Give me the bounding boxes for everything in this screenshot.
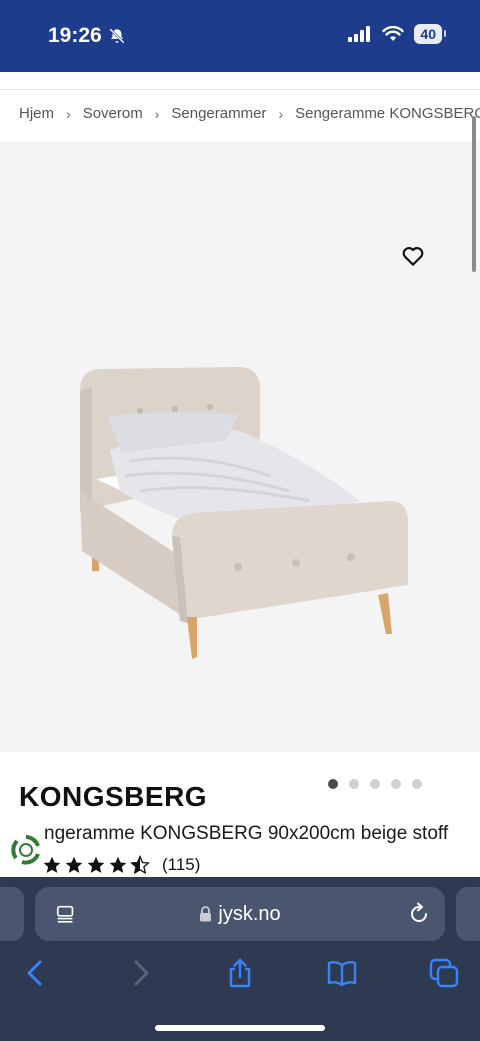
tabs-icon[interactable] xyxy=(428,957,460,989)
battery-indicator: 40 xyxy=(414,24,446,44)
address-bar[interactable]: jysk.no xyxy=(35,887,445,941)
gallery-dot[interactable] xyxy=(391,779,401,789)
next-tab-preview[interactable] xyxy=(456,887,480,941)
star-full-icon xyxy=(109,856,127,873)
home-indicator[interactable] xyxy=(155,1025,325,1031)
breadcrumb-current: Sengeramme KONGSBERG xyxy=(295,105,480,122)
chevron-right-icon: › xyxy=(66,105,71,122)
star-full-icon xyxy=(87,856,105,873)
review-count[interactable]: (115) xyxy=(162,855,200,875)
status-time: 19:26 xyxy=(48,24,126,48)
lock-icon xyxy=(200,906,212,922)
gallery-dot[interactable] xyxy=(328,779,338,789)
gallery-dot[interactable] xyxy=(349,779,359,789)
star-full-icon xyxy=(65,856,83,873)
gallery-pagination xyxy=(328,779,422,789)
header-strip xyxy=(0,72,480,90)
status-bar: 19:26 40 xyxy=(0,0,480,72)
cellular-signal-icon xyxy=(348,26,371,42)
product-subtitle: ngeramme KONGSBERG 90x200cm beige stoff xyxy=(44,823,449,844)
wifi-icon xyxy=(382,26,405,41)
reader-mode-icon[interactable] xyxy=(55,903,77,925)
recycle-badge-icon[interactable] xyxy=(8,832,44,868)
heart-outline-icon[interactable] xyxy=(400,243,426,269)
product-title: KONGSBERG xyxy=(19,781,208,812)
chevron-right-icon[interactable] xyxy=(124,957,156,989)
page-scrollbar[interactable] xyxy=(472,116,476,272)
web-page: Hjem › Soverom › Sengerammer › Sengeramm… xyxy=(0,72,480,877)
url-text: jysk.no xyxy=(218,902,281,925)
chevron-left-icon[interactable] xyxy=(20,957,52,989)
share-icon[interactable] xyxy=(224,957,256,989)
breadcrumb-soverom[interactable]: Soverom xyxy=(83,105,143,122)
product-image-gallery[interactable] xyxy=(0,141,480,789)
book-icon[interactable] xyxy=(326,957,358,989)
breadcrumb: Hjem › Soverom › Sengerammer › Sengeramm… xyxy=(19,105,480,122)
chevron-right-icon: › xyxy=(154,105,160,122)
star-half-icon xyxy=(130,855,150,875)
url-display[interactable]: jysk.no xyxy=(199,902,281,926)
star-full-icon xyxy=(43,856,61,873)
breadcrumb-home[interactable]: Hjem xyxy=(19,105,54,122)
gallery-dot[interactable] xyxy=(370,779,380,789)
product-image-bed xyxy=(80,367,408,659)
browser-toolbar: jysk.no xyxy=(0,877,480,1041)
breadcrumb-sengerammer[interactable]: Sengerammer xyxy=(171,105,266,122)
status-indicators: 40 xyxy=(348,24,446,44)
bell-muted-icon xyxy=(109,28,125,44)
reload-icon[interactable] xyxy=(407,902,431,926)
previous-tab-preview[interactable] xyxy=(0,887,24,941)
chevron-right-icon: › xyxy=(278,105,284,122)
product-rating[interactable]: (115) xyxy=(42,855,200,875)
gallery-dot[interactable] xyxy=(412,779,422,789)
clock: 19:26 xyxy=(48,24,102,47)
